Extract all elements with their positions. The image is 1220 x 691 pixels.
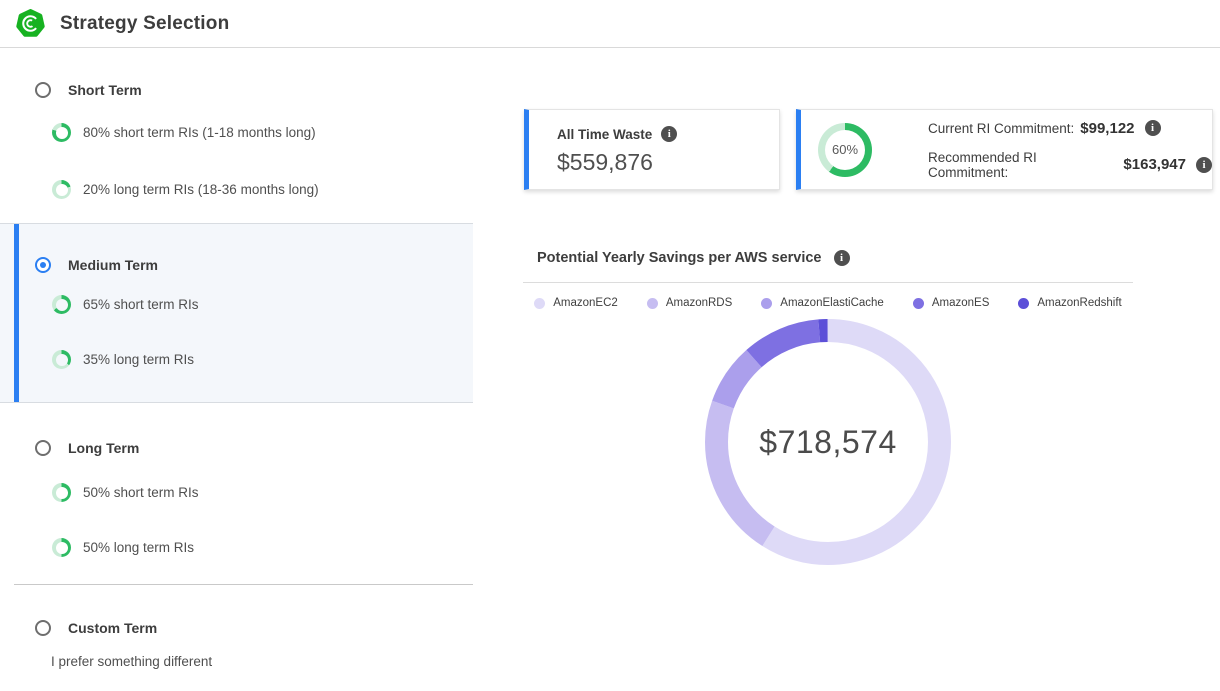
strategy-option-label: 80% short term RIs (1-18 months long): [83, 125, 316, 140]
progress-ring-icon: [52, 123, 71, 142]
strategy-list: Short Term 80% short term RIs (1-18 mont…: [0, 48, 473, 669]
strategy-option-label: 50% long term RIs: [83, 540, 194, 555]
radio-selected-icon[interactable]: [35, 257, 51, 273]
strategy-option: 50% short term RIs: [0, 483, 473, 502]
strategy-option: 50% long term RIs: [0, 538, 473, 557]
recommended-ri-label: Recommended RI Commitment:: [928, 150, 1117, 180]
legend-item[interactable]: AmazonElastiCache: [761, 297, 884, 309]
info-icon[interactable]: i: [834, 250, 850, 266]
all-time-waste-card: All Time Waste i $559,876: [524, 109, 780, 190]
strategy-label: Short Term: [68, 82, 142, 98]
strategy-option-label: 20% long term RIs (18-36 months long): [83, 182, 319, 197]
strategy-section-short-term: Short Term 80% short term RIs (1-18 mont…: [0, 81, 473, 199]
strategy-label: Long Term: [68, 440, 139, 456]
legend-label: AmazonES: [932, 297, 990, 309]
strategy-section-long-term: Long Term 50% short term RIs 50% long te…: [0, 439, 473, 557]
donut-total-label: $718,574: [705, 319, 951, 565]
legend-label: AmazonElastiCache: [780, 297, 884, 309]
progress-ring-icon: [52, 483, 71, 502]
legend-item[interactable]: AmazonEC2: [534, 297, 618, 309]
strategy-option-label: 50% short term RIs: [83, 485, 199, 500]
info-icon[interactable]: i: [1196, 157, 1212, 173]
legend-item[interactable]: AmazonRedshift: [1018, 297, 1121, 309]
chart-title: Potential Yearly Savings per AWS service: [537, 250, 822, 266]
radio-unselected-icon[interactable]: [35, 440, 51, 456]
progress-ring-icon: [52, 538, 71, 557]
strategy-radio-long-term[interactable]: Long Term: [0, 439, 473, 456]
radio-unselected-icon[interactable]: [35, 82, 51, 98]
summary-panel: All Time Waste i $559,876 60% Current RI…: [523, 48, 1220, 565]
strategy-option-label: 35% long term RIs: [83, 352, 194, 367]
progress-ring-icon: [52, 180, 71, 199]
legend-dot-icon: [647, 298, 658, 309]
recommended-ri-commitment-row: Recommended RI Commitment: $163,947 i: [928, 150, 1212, 180]
waste-card-value: $559,876: [557, 149, 779, 176]
strategy-option: 80% short term RIs (1-18 months long): [0, 123, 473, 142]
info-icon[interactable]: i: [1145, 120, 1161, 136]
legend-dot-icon: [1018, 298, 1029, 309]
legend-label: AmazonRDS: [666, 297, 732, 309]
strategy-option: 65% short term RIs: [0, 295, 473, 314]
strategy-radio-medium-term[interactable]: Medium Term: [0, 256, 473, 273]
legend-dot-icon: [761, 298, 772, 309]
custom-term-description: I prefer something different: [51, 654, 473, 669]
waste-card-title: All Time Waste: [557, 127, 652, 142]
app-logo-icon: [16, 9, 45, 38]
commitment-gauge-icon: 60%: [818, 123, 872, 177]
chart-divider: [523, 282, 1133, 283]
recommended-ri-value: $163,947: [1123, 156, 1186, 173]
gauge-percent-label: 60%: [825, 130, 865, 170]
radio-unselected-icon[interactable]: [35, 620, 51, 636]
legend-item[interactable]: AmazonRDS: [647, 297, 732, 309]
kpi-cards-row: All Time Waste i $559,876 60% Current RI…: [523, 109, 1220, 190]
legend-label: AmazonEC2: [553, 297, 618, 309]
current-ri-value: $99,122: [1080, 120, 1134, 137]
legend-dot-icon: [913, 298, 924, 309]
page-title: Strategy Selection: [60, 13, 229, 35]
strategy-label: Custom Term: [68, 620, 157, 636]
savings-donut-chart: $718,574: [705, 319, 951, 565]
strategy-section-medium-term: Medium Term 65% short term RIs 35% long …: [0, 223, 473, 403]
current-ri-commitment-row: Current RI Commitment: $99,122 i: [928, 120, 1212, 137]
strategy-option-label: 65% short term RIs: [83, 297, 199, 312]
info-icon[interactable]: i: [661, 126, 677, 142]
strategy-section-custom-term: Custom Term I prefer something different: [0, 619, 473, 669]
strategy-option: 20% long term RIs (18-36 months long): [0, 180, 473, 199]
chart-header: Potential Yearly Savings per AWS service…: [523, 250, 1220, 266]
legend-item[interactable]: AmazonES: [913, 297, 990, 309]
section-divider: [14, 584, 473, 585]
strategy-radio-short-term[interactable]: Short Term: [0, 81, 473, 98]
legend-label: AmazonRedshift: [1037, 297, 1121, 309]
strategy-option: 35% long term RIs: [0, 350, 473, 369]
strategy-label: Medium Term: [68, 257, 158, 273]
ri-commitment-card: 60% Current RI Commitment: $99,122 i Rec…: [796, 109, 1213, 190]
chart-legend: AmazonEC2 AmazonRDS AmazonElastiCache Amazo…: [523, 297, 1133, 309]
progress-ring-icon: [52, 350, 71, 369]
strategy-radio-custom-term[interactable]: Custom Term: [0, 619, 473, 636]
progress-ring-icon: [52, 295, 71, 314]
current-ri-label: Current RI Commitment:: [928, 121, 1074, 136]
page-header: Strategy Selection: [0, 0, 1220, 48]
legend-dot-icon: [534, 298, 545, 309]
